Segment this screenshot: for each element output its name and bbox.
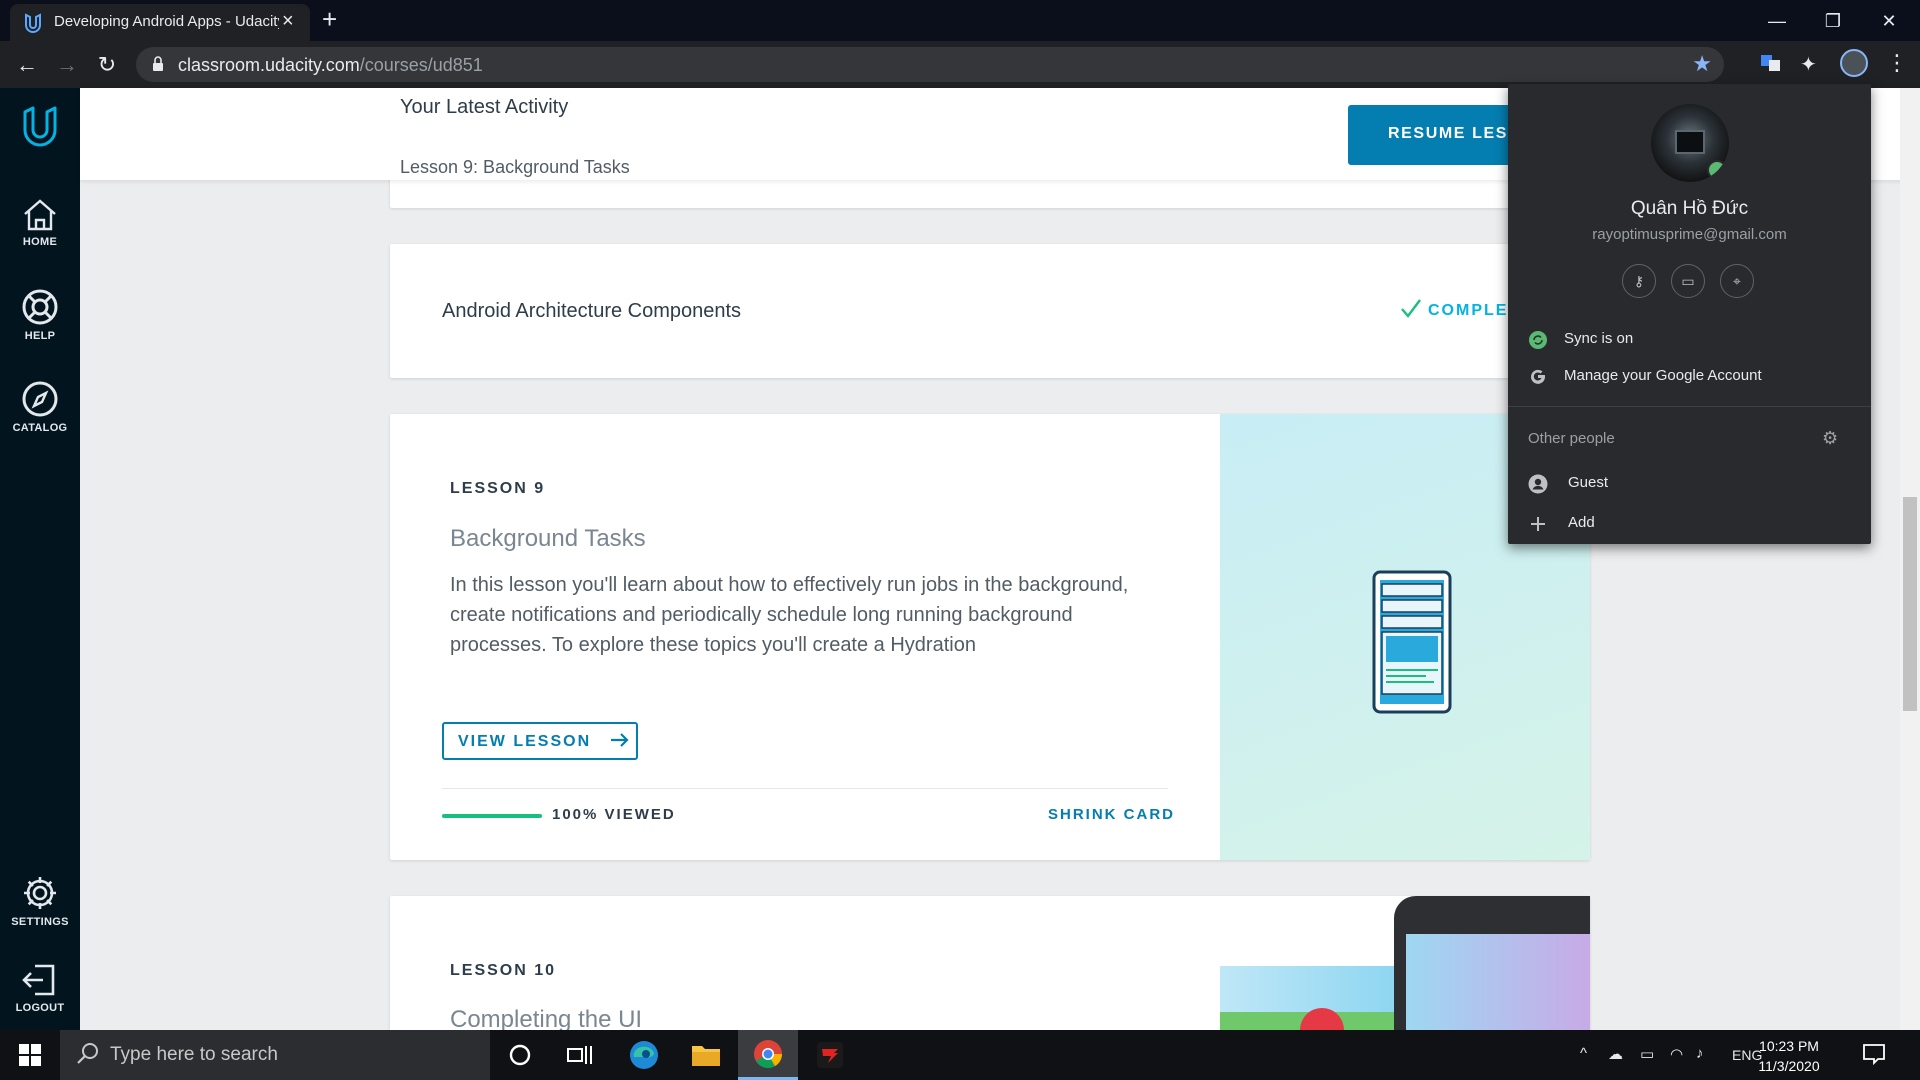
profile-menu-popup: Quân Hồ Đức rayoptimusprime@gmail.com ⚷ … <box>1508 84 1871 544</box>
extensions-puzzle-icon[interactable]: ✦ <box>1800 52 1817 77</box>
reload-icon[interactable]: ↻ <box>92 50 122 80</box>
logout-icon <box>22 964 55 996</box>
url-host: classroom.udacity.com <box>178 55 360 75</box>
taskbar-search-box[interactable]: Type here to search <box>60 1030 490 1080</box>
home-icon <box>24 199 56 231</box>
key-icon[interactable]: ⚷ <box>1622 264 1656 298</box>
clock-date: 11/3/2020 <box>1758 1058 1820 1074</box>
wifi-icon[interactable]: ◠ <box>1670 1045 1683 1063</box>
menu-kebab-icon[interactable]: ⋮ <box>1886 50 1908 76</box>
guest-avatar-icon <box>1528 474 1548 494</box>
sidebar-item-settings[interactable]: SETTINGS <box>0 874 80 928</box>
add-label: Add <box>1568 514 1595 531</box>
manage-account-row[interactable]: Manage your Google Account <box>1508 359 1871 393</box>
progress-bar <box>442 814 542 818</box>
lesson-10-illustration <box>1220 896 1590 1030</box>
chrome-icon[interactable] <box>738 1030 798 1080</box>
manage-account-label: Manage your Google Account <box>1564 367 1762 384</box>
phone-illustration-icon <box>1372 570 1452 714</box>
guest-profile-row[interactable]: Guest <box>1508 466 1871 500</box>
task-view-icon[interactable] <box>550 1030 610 1080</box>
battery-icon[interactable]: ▭ <box>1640 1045 1654 1063</box>
sidebar-item-label: HOME <box>22 236 58 248</box>
windows-start-icon[interactable] <box>0 1030 60 1080</box>
sidebar-item-label: SETTINGS <box>11 916 69 928</box>
close-window-icon[interactable]: ✕ <box>1866 6 1912 36</box>
action-center-icon[interactable] <box>1862 1042 1892 1068</box>
search-icon <box>77 1043 98 1064</box>
google-g-icon <box>1531 369 1545 384</box>
lesson-title: Background Tasks <box>450 525 646 552</box>
sync-icon <box>1529 331 1547 349</box>
minimize-icon[interactable]: — <box>1754 6 1800 36</box>
file-explorer-icon[interactable] <box>676 1030 736 1080</box>
sidebar-item-home[interactable]: HOME <box>0 198 80 248</box>
lifebuoy-icon <box>22 289 58 325</box>
tab-title: Developing Android Apps - Udacity <box>54 13 279 30</box>
popup-divider <box>1508 406 1871 407</box>
volume-icon[interactable]: ♪ <box>1696 1045 1704 1062</box>
sidebar: HOME HELP CATALOG SETTINGS LOGOUT <box>0 88 80 1030</box>
scrollbar-thumb[interactable] <box>1903 497 1917 711</box>
sync-label: Sync is on <box>1564 330 1634 347</box>
sidebar-item-label: HELP <box>24 330 56 342</box>
udacity-logo-icon[interactable] <box>22 106 58 153</box>
profile-email: rayoptimusprime@gmail.com <box>1592 226 1787 243</box>
restore-icon[interactable]: ❐ <box>1810 6 1856 36</box>
location-pin-icon[interactable]: ⌖ <box>1720 264 1754 298</box>
cortana-icon[interactable] <box>490 1030 550 1080</box>
profile-name: Quân Hồ Đức <box>1630 198 1749 219</box>
latest-activity-lesson: Lesson 9: Background Tasks <box>400 157 630 177</box>
add-profile-row[interactable]: Add <box>1508 506 1871 540</box>
taskbar-clock[interactable]: 10:23 PM 11/3/2020 <box>1744 1036 1834 1076</box>
address-bar[interactable]: classroom.udacity.com/courses/ud851 ★ <box>136 47 1724 82</box>
forward-icon[interactable]: → <box>52 50 82 80</box>
latest-activity-title: Your Latest Activity <box>400 96 569 118</box>
url-text: classroom.udacity.com/courses/ud851 <box>178 55 483 76</box>
lesson-number: LESSON 9 <box>450 480 546 497</box>
progress-label: 100% VIEWED <box>552 806 676 823</box>
shrink-card-button[interactable]: SHRINK CARD <box>1048 806 1175 823</box>
bookmark-star-icon[interactable]: ★ <box>1692 51 1712 77</box>
back-icon[interactable]: ← <box>12 50 42 80</box>
manage-people-gear-icon[interactable]: ⚙ <box>1822 428 1838 449</box>
view-lesson-button[interactable]: VIEW LESSON <box>442 722 638 760</box>
game-app-icon[interactable] <box>800 1030 860 1080</box>
url-path: /courses/ud851 <box>359 55 483 75</box>
tab-close-icon[interactable]: × <box>282 10 294 33</box>
new-tab-button[interactable]: + <box>322 4 337 35</box>
sync-badge-icon <box>1707 160 1727 180</box>
browser-tab[interactable]: Developing Android Apps - Udacity × <box>10 4 310 41</box>
checkmark-icon <box>1401 299 1421 318</box>
sidebar-item-help[interactable]: HELP <box>0 288 80 342</box>
lesson-number: LESSON 10 <box>450 962 557 979</box>
search-placeholder: Type here to search <box>110 1044 278 1065</box>
compass-icon <box>22 381 58 417</box>
arrow-right-icon <box>610 733 629 747</box>
translate-extension-icon[interactable] <box>1760 52 1782 79</box>
lesson-title: Android Architecture Components <box>442 300 742 322</box>
view-lesson-label: VIEW LESSON <box>458 733 592 750</box>
edge-icon[interactable] <box>614 1030 674 1080</box>
onedrive-cloud-icon[interactable]: ☁ <box>1608 1045 1623 1063</box>
other-people-heading: Other people <box>1528 430 1615 447</box>
plus-icon <box>1531 517 1545 531</box>
sidebar-item-label: LOGOUT <box>15 1002 65 1014</box>
tray-overflow-chevron-icon[interactable]: ^ <box>1580 1045 1587 1062</box>
gear-icon <box>24 877 56 909</box>
card-divider <box>442 788 1168 789</box>
udacity-favicon-icon <box>24 13 42 37</box>
resume-lesson-button[interactable]: RESUME LESSON <box>1348 105 1528 165</box>
sync-status-row[interactable]: Sync is on <box>1508 322 1871 356</box>
sidebar-item-label: CATALOG <box>12 422 68 434</box>
sidebar-item-logout[interactable]: LOGOUT <box>0 962 80 1014</box>
clock-time: 10:23 PM <box>1759 1038 1819 1054</box>
profile-avatar-button[interactable] <box>1840 49 1868 77</box>
guest-label: Guest <box>1568 474 1609 491</box>
lock-icon <box>152 56 164 77</box>
card-icon[interactable]: ▭ <box>1671 264 1705 298</box>
sidebar-item-catalog[interactable]: CATALOG <box>0 380 80 434</box>
lesson-description: In this lesson you'll learn about how to… <box>450 574 1129 656</box>
profile-avatar <box>1651 104 1729 182</box>
